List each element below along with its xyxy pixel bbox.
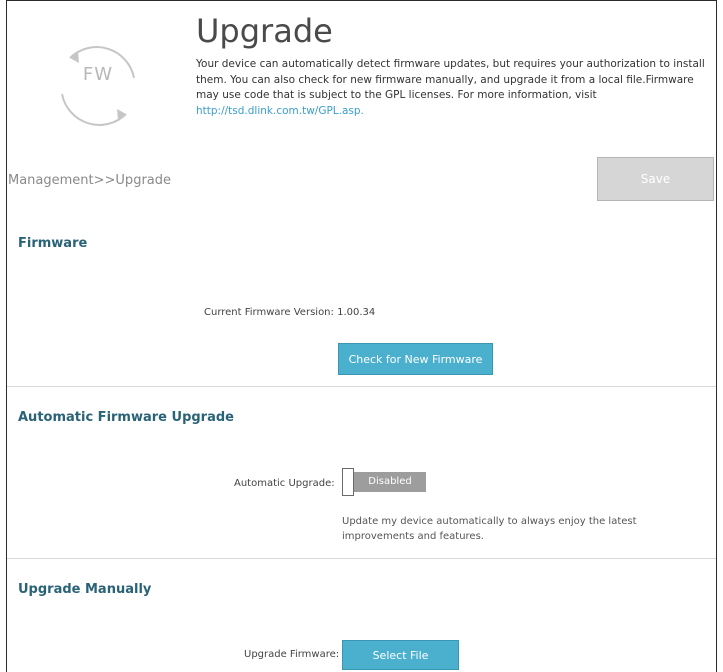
automatic-upgrade-toggle[interactable]: Disabled (342, 468, 426, 496)
save-button[interactable]: Save (597, 157, 714, 201)
section-divider (7, 558, 716, 559)
current-firmware-version-label: Current Firmware Version: (204, 307, 334, 318)
section-title-auto-upgrade: Automatic Firmware Upgrade (18, 410, 234, 425)
select-file-button[interactable]: Select File (342, 640, 459, 670)
upgrade-firmware-label: Upgrade Firmware: (244, 649, 340, 660)
automatic-upgrade-hint: Update my device automatically to always… (342, 516, 637, 542)
firmware-refresh-icon (61, 46, 135, 126)
section-title-manual-upgrade: Upgrade Manually (18, 582, 152, 597)
section-title-firmware: Firmware (18, 236, 88, 251)
current-firmware-label: Current Firmware Version: 1.00.34 (204, 307, 375, 318)
gpl-link[interactable]: http://tsd.dlink.com.tw/GPL.asp. (196, 105, 364, 117)
breadcrumb: Management>>Upgrade (8, 173, 172, 188)
toggle-state-label: Disabled (354, 472, 426, 492)
toggle-knob[interactable] (342, 468, 354, 496)
description-text: Your device can automatically detect fir… (196, 58, 705, 101)
page-description: Your device can automatically detect fir… (196, 57, 716, 119)
section-divider (7, 386, 716, 387)
page-title: Upgrade (196, 12, 333, 50)
logo-label: FW (82, 64, 114, 85)
check-new-firmware-button[interactable]: Check for New Firmware (338, 343, 493, 375)
current-firmware-version-value: 1.00.34 (337, 307, 376, 318)
automatic-upgrade-label: Automatic Upgrade: (234, 478, 335, 489)
